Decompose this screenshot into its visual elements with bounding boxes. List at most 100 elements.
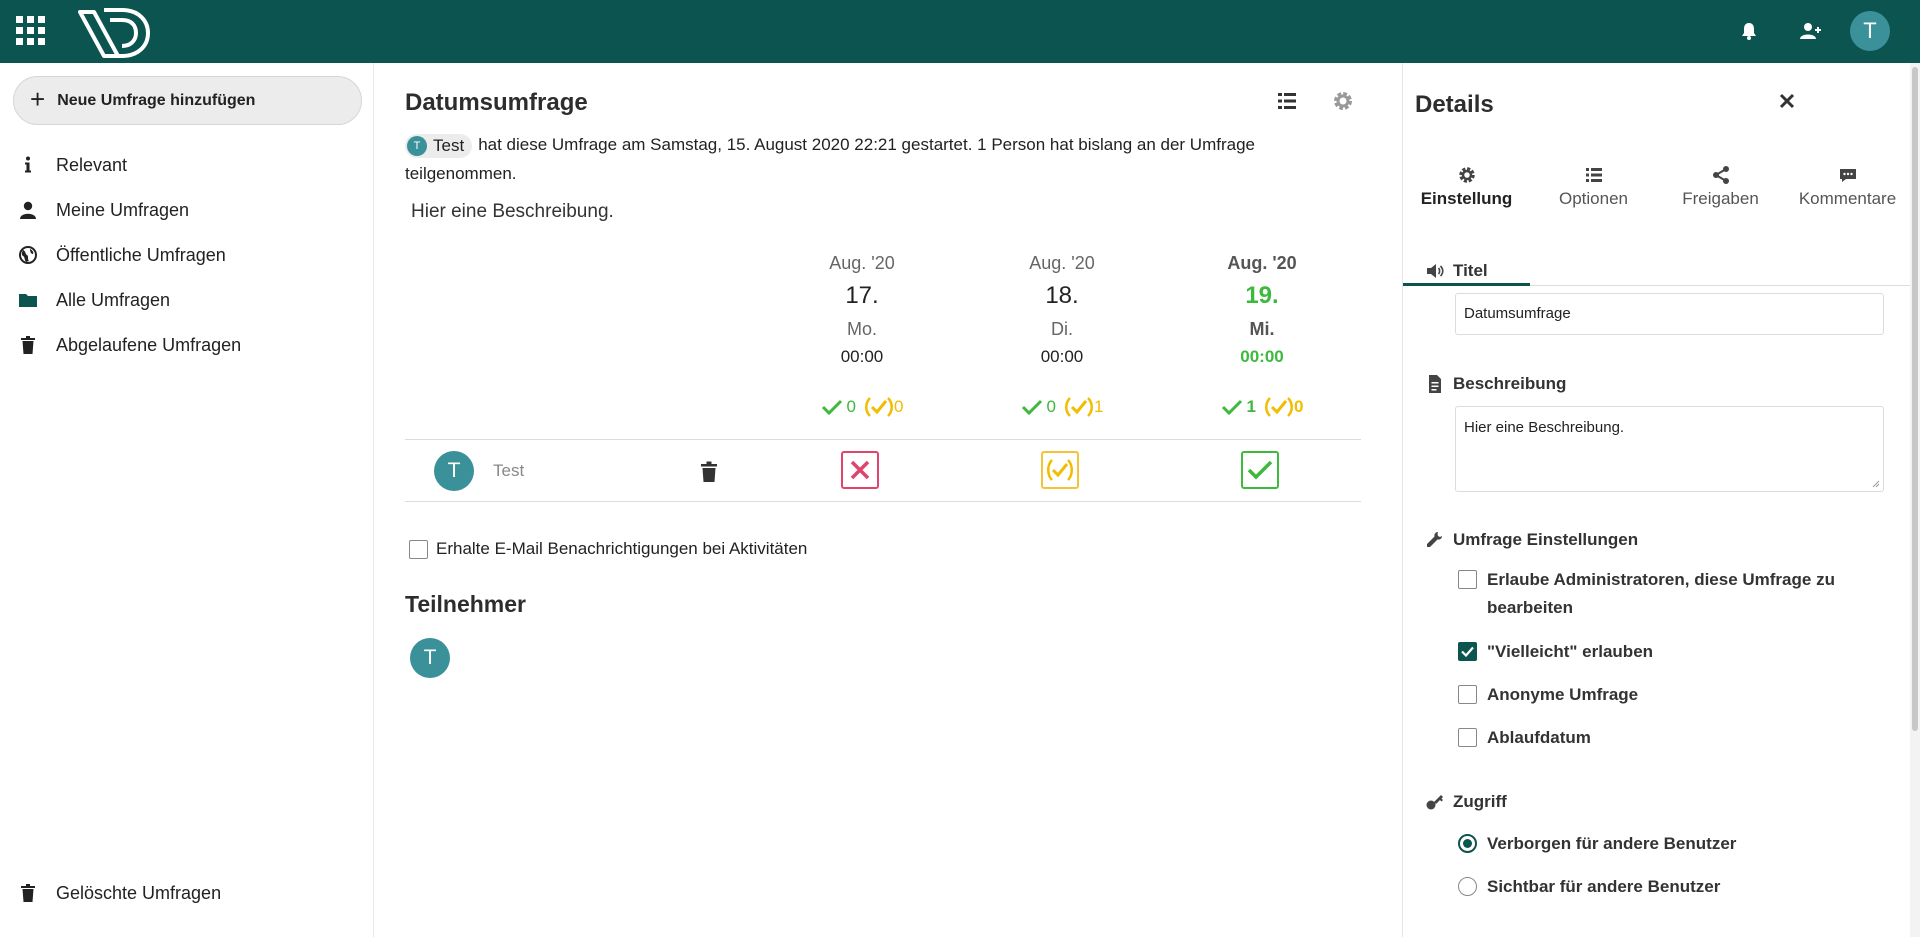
option-time: 00:00 (840, 347, 884, 366)
nav-item-deleted-polls[interactable]: Gelöschte Umfragen (0, 870, 373, 916)
nav-item-label: Abgelaufene Umfragen (56, 334, 242, 355)
option-column-winner: Aug. '20 19. Mi. 00:00 (1172, 253, 1352, 367)
option-counts: 1 0 (1172, 395, 1352, 419)
setting-label: "Vielleicht" erlauben (1487, 642, 1654, 661)
option-month: Aug. '20 (829, 253, 895, 273)
logo-icon[interactable] (74, 4, 154, 60)
setting-label: Anonyme Umfrage (1487, 685, 1639, 704)
resize-handle-icon (1872, 480, 1880, 488)
globe-icon (18, 245, 38, 265)
maybe-check-icon (1265, 397, 1293, 417)
new-poll-button[interactable]: + Neue Umfrage hinzufügen (13, 76, 362, 125)
maybe-check-icon (1047, 459, 1073, 481)
maybe-count-value: 0 (894, 397, 904, 416)
nav-item-label: Öffentliche Umfragen (56, 244, 226, 265)
vote-yes-button[interactable] (1241, 451, 1279, 489)
access-heading: Zugriff (1425, 792, 1507, 812)
nav-item-expired-polls[interactable]: Abgelaufene Umfragen (0, 322, 373, 368)
setting-label: Erlaube Administratoren, diese Umfrage z… (1487, 570, 1835, 617)
close-icon[interactable] (1773, 87, 1801, 115)
maybe-count: 0 (864, 395, 903, 419)
yes-count-value: 0 (1046, 397, 1056, 416)
tab-shares[interactable]: Freigaben (1657, 165, 1784, 286)
email-notification-checkbox[interactable] (409, 539, 428, 559)
access-label: Zugriff (1453, 792, 1507, 811)
option-column: Aug. '20 18. Di. 00:00 (972, 253, 1152, 367)
option-time: 00:00 (1040, 347, 1084, 366)
info-icon (18, 155, 38, 175)
close-x-icon (850, 460, 870, 480)
plus-icon: + (30, 84, 46, 114)
check-icon (1247, 460, 1273, 480)
option-month: Aug. '20 (1029, 253, 1095, 273)
access-option-hidden: Verborgen für andere Benutzer (1458, 830, 1736, 858)
vote-no-button[interactable] (841, 451, 879, 489)
list-view-icon[interactable] (1275, 89, 1299, 113)
maybe-count: 0 (1264, 395, 1303, 419)
access-option-visible: Sichtbar für andere Benutzer (1458, 873, 1720, 901)
option-counts: 0 0 (772, 395, 952, 419)
nav-item-all-polls[interactable]: Alle Umfragen (0, 277, 373, 323)
nav-item-label: Gelöschte Umfragen (56, 882, 222, 903)
access-visible-radio[interactable] (1458, 877, 1477, 896)
vote-maybe-button[interactable] (1041, 451, 1079, 489)
nav-item-public-polls[interactable]: Öffentliche Umfragen (0, 232, 373, 278)
description-section-label: Beschreibung (1453, 374, 1567, 393)
check-icon (1021, 399, 1042, 416)
participant-avatar[interactable]: T (410, 638, 450, 678)
delete-vote-trash-icon[interactable] (699, 461, 719, 483)
top-header: T (0, 0, 1920, 63)
access-hidden-radio[interactable] (1458, 834, 1477, 853)
anonymous-checkbox[interactable] (1458, 685, 1477, 704)
poll-main-content: Datumsumfrage T Test hat diese Umfrage am … (375, 63, 1402, 937)
option-time: 00:00 (1240, 347, 1284, 366)
maybe-count-value: 0 (1294, 397, 1304, 416)
trash-icon (18, 335, 38, 355)
description-textarea[interactable]: Hier eine Beschreibung. (1455, 406, 1884, 492)
expiry-checkbox[interactable] (1458, 728, 1477, 747)
setting-anonymous: Anonyme Umfrage (1458, 681, 1638, 709)
access-option-label: Verborgen für andere Benutzer (1487, 834, 1737, 853)
contacts-icon[interactable] (1797, 18, 1823, 44)
list-icon (1584, 165, 1604, 185)
share-icon (1711, 165, 1731, 185)
sidebar-scrollbar-thumb[interactable] (1912, 67, 1918, 731)
title-input[interactable]: Datumsumfrage (1455, 293, 1884, 335)
nav-item-label: Meine Umfragen (56, 199, 190, 220)
settings-gear-icon[interactable] (1331, 89, 1355, 113)
yes-count-value: 1 (1246, 397, 1256, 416)
poll-info: T Test hat diese Umfrage am Samstag, 15. A… (405, 130, 1285, 188)
owner-chip[interactable]: T Test (405, 133, 473, 158)
details-sidebar: Details Einstellung Optionen Freigaben K… (1402, 63, 1920, 937)
nav-item-my-polls[interactable]: Meine Umfragen (0, 187, 373, 233)
tab-label: Kommentare (1798, 189, 1897, 208)
notifications-bell-icon[interactable] (1736, 18, 1762, 44)
poll-settings-heading: Umfrage Einstellungen (1425, 530, 1638, 550)
option-counts: 0 1 (972, 395, 1152, 419)
folder-icon (18, 290, 38, 310)
setting-label: Ablaufdatum (1487, 728, 1591, 747)
yes-count: 0 (821, 397, 856, 417)
divider (405, 439, 1361, 440)
description-text: Hier eine Beschreibung. (1464, 419, 1625, 436)
check-icon (1461, 646, 1474, 658)
email-notification-label: Erhalte E-Mail Benachrichtigungen bei Ak… (436, 539, 808, 558)
user-avatar[interactable]: T (1850, 11, 1890, 51)
poll-description: Hier eine Beschreibung. (411, 201, 614, 222)
maybe-check-icon (865, 397, 893, 417)
nav-item-relevant[interactable]: Relevant (0, 142, 373, 188)
tab-options[interactable]: Optionen (1530, 165, 1657, 286)
tab-comments[interactable]: Kommentare (1784, 165, 1911, 286)
yes-count: 1 (1221, 397, 1256, 417)
allow-admin-edit-checkbox[interactable] (1458, 570, 1477, 589)
tab-label: Freigaben (1682, 189, 1759, 208)
apps-grid-icon[interactable] (16, 16, 46, 46)
owner-name: Test (433, 136, 465, 156)
participant-avatar: T (434, 451, 474, 491)
allow-maybe-checkbox[interactable] (1458, 642, 1477, 661)
page-title: Datumsumfrage (405, 89, 588, 116)
user-icon (18, 200, 38, 220)
nav-item-label: Alle Umfragen (56, 289, 171, 310)
yes-count: 0 (1021, 397, 1056, 417)
description-section-heading: Beschreibung (1425, 374, 1566, 394)
